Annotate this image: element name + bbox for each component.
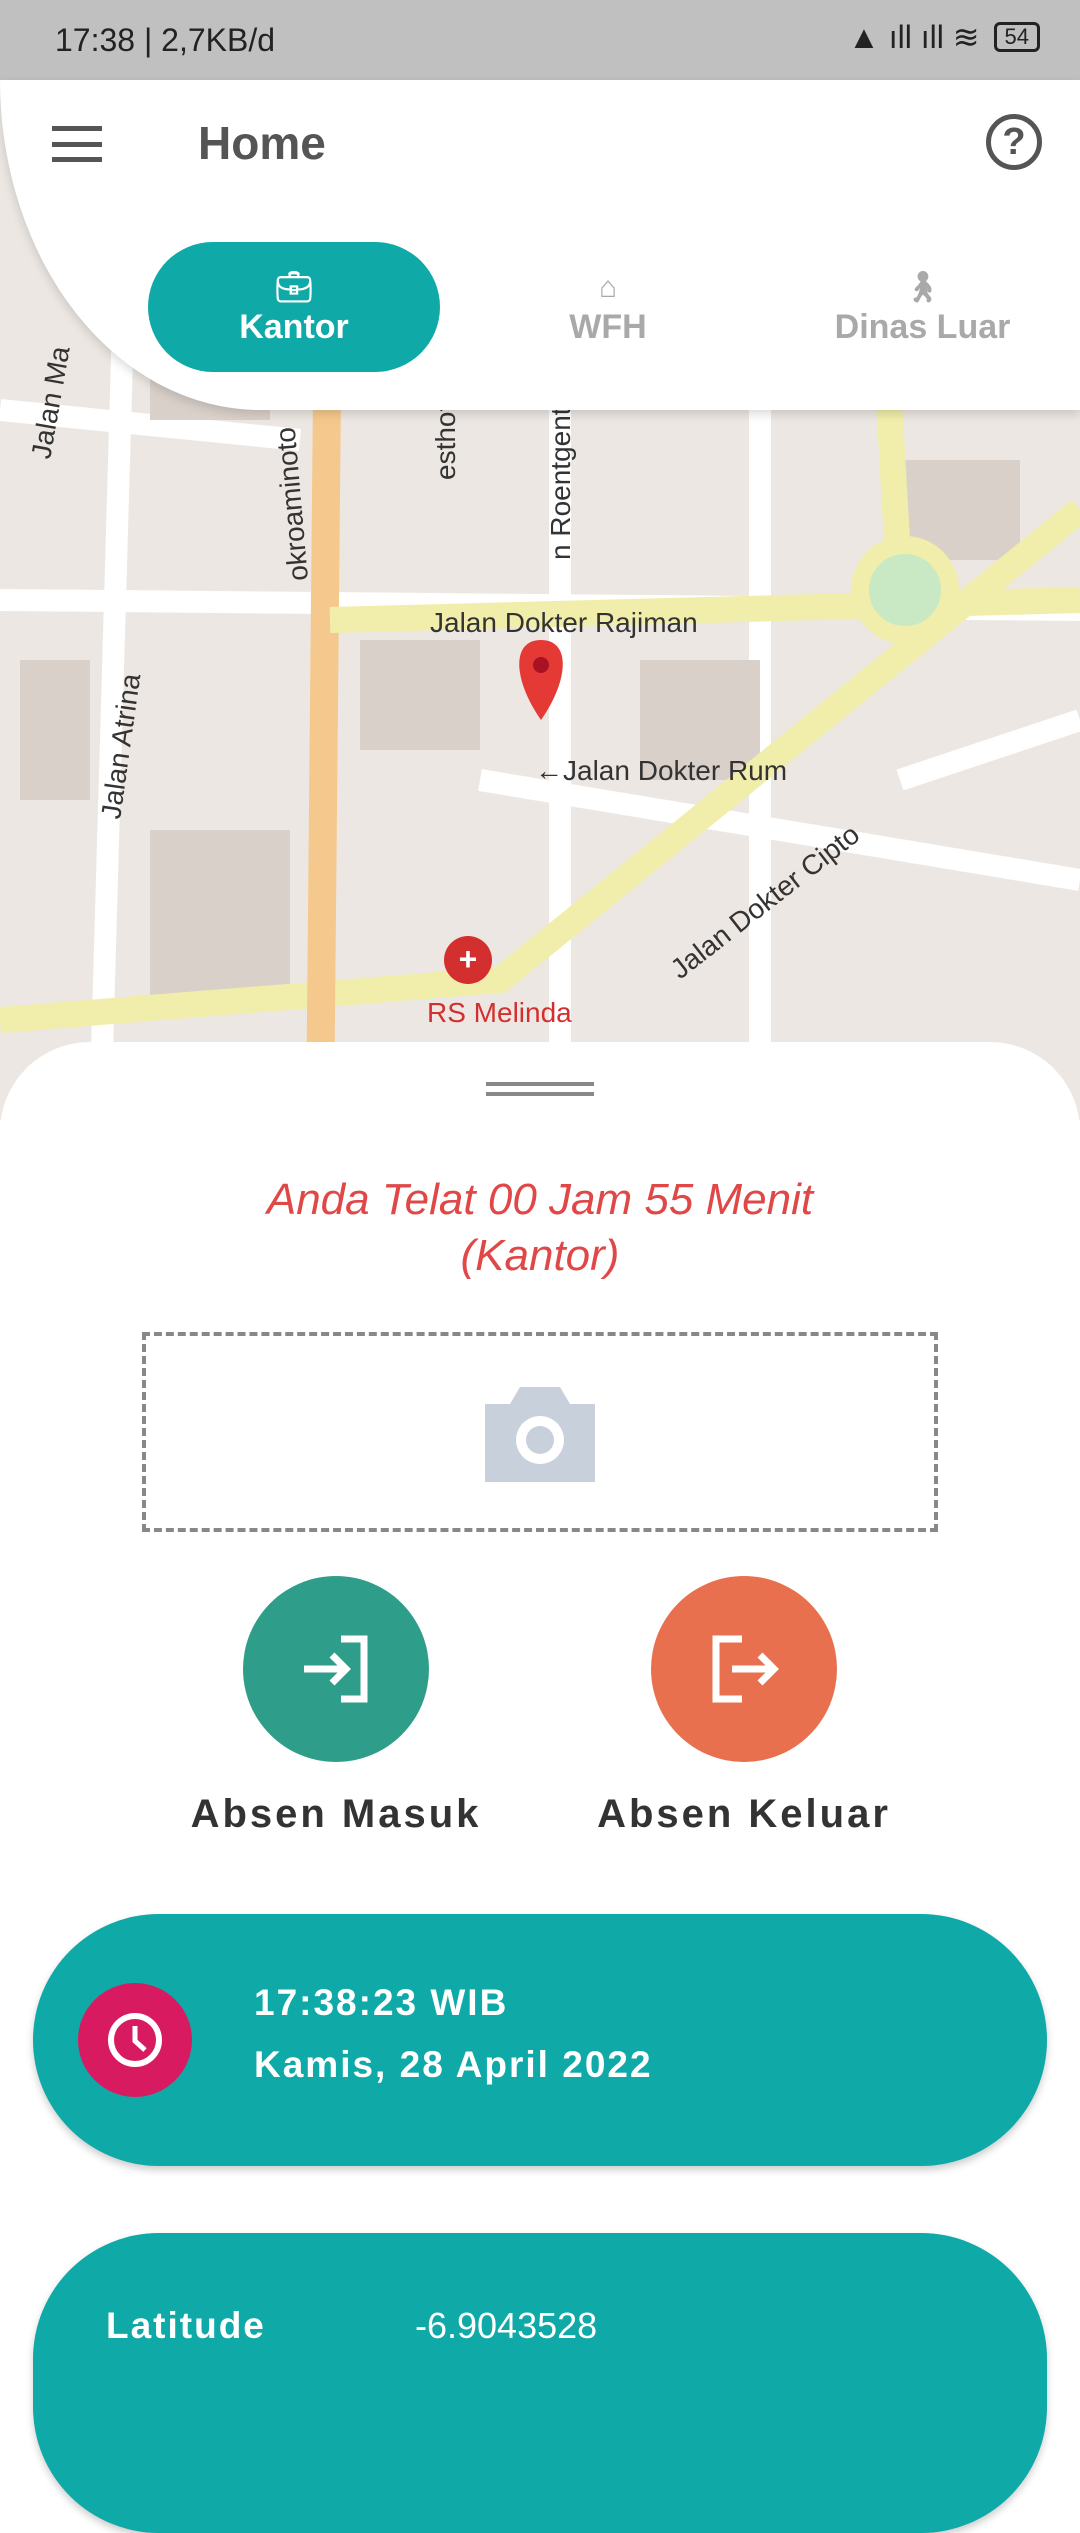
tab-dinas-luar[interactable]: 🚶︎ Dinas Luar: [800, 242, 1045, 372]
latitude-value: -6.9043528: [415, 2305, 598, 2346]
map-label-rum: ←Jalan Dokter Rum: [535, 755, 787, 786]
page-title: Home: [198, 117, 326, 169]
late-text: Anda Telat 00 Jam 55 Menit: [266, 1175, 814, 1224]
tab-label: Dinas Luar: [834, 307, 1011, 346]
bottom-sheet: Anda Telat 00 Jam 55 Menit (Kantor) Absen…: [0, 1042, 1080, 2533]
check-out-button[interactable]: [651, 1576, 837, 1762]
time-card: 17:38:23 WIB Kamis, 28 April 2022: [33, 1914, 1047, 2166]
check-in-button[interactable]: [243, 1576, 429, 1762]
map-label-hospital: RS Melinda: [427, 997, 572, 1028]
home-icon: ⌂: [598, 270, 618, 304]
login-icon: [304, 1635, 368, 1703]
battery-icon: 54: [993, 22, 1040, 52]
location-card: Latitude -6.9043528: [33, 2233, 1047, 2533]
late-mode: (Kantor): [460, 1231, 620, 1280]
map-label-tjokro: okroaminoto: [270, 426, 314, 582]
svg-text:+: +: [459, 941, 478, 977]
status-bar: 17:38 | 2,7KB/d ▲ ıll ıll ≋ 54: [0, 0, 1080, 80]
clock-icon: [78, 1983, 192, 2097]
map-label-jalanma: Jalan Ma: [25, 343, 75, 461]
current-time: 17:38:23 WIB: [254, 1982, 509, 2023]
tab-label: Kantor: [239, 307, 349, 346]
status-text: 17:38 | 2,7KB/d: [55, 21, 276, 58]
current-date: Kamis, 28 April 2022: [254, 2044, 653, 2085]
latitude-label: Latitude: [106, 2305, 266, 2346]
app-header: Home ? 💼︎ Kantor ⌂ WFH 🚶︎ Dinas Luar: [0, 80, 1080, 410]
signal-icon: ▲ ıll ıll ≋: [848, 19, 980, 55]
photo-capture-area[interactable]: [142, 1332, 938, 1532]
person-waving-icon: 🚶︎: [903, 270, 942, 304]
hamburger-icon[interactable]: [52, 126, 102, 162]
briefcase-icon: 💼︎: [274, 270, 314, 304]
check-in-label: Absen Masuk: [190, 1792, 482, 1836]
late-notice: Anda Telat 00 Jam 55 Menit (Kantor): [0, 1172, 1080, 1284]
tab-kantor[interactable]: 💼︎ Kantor: [148, 242, 440, 372]
map-label-roentgen: n Roentgent: [545, 407, 576, 560]
map-label-rajiman: Jalan Dokter Rajiman: [430, 607, 698, 638]
logout-icon: [712, 1635, 779, 1703]
tab-wfh[interactable]: ⌂ WFH: [508, 242, 708, 372]
camera-icon: [485, 1387, 595, 1482]
check-out-label: Absen Keluar: [597, 1792, 891, 1836]
tab-label: WFH: [569, 307, 647, 346]
help-icon[interactable]: ?: [986, 114, 1042, 170]
drag-handle[interactable]: [486, 1082, 594, 1096]
